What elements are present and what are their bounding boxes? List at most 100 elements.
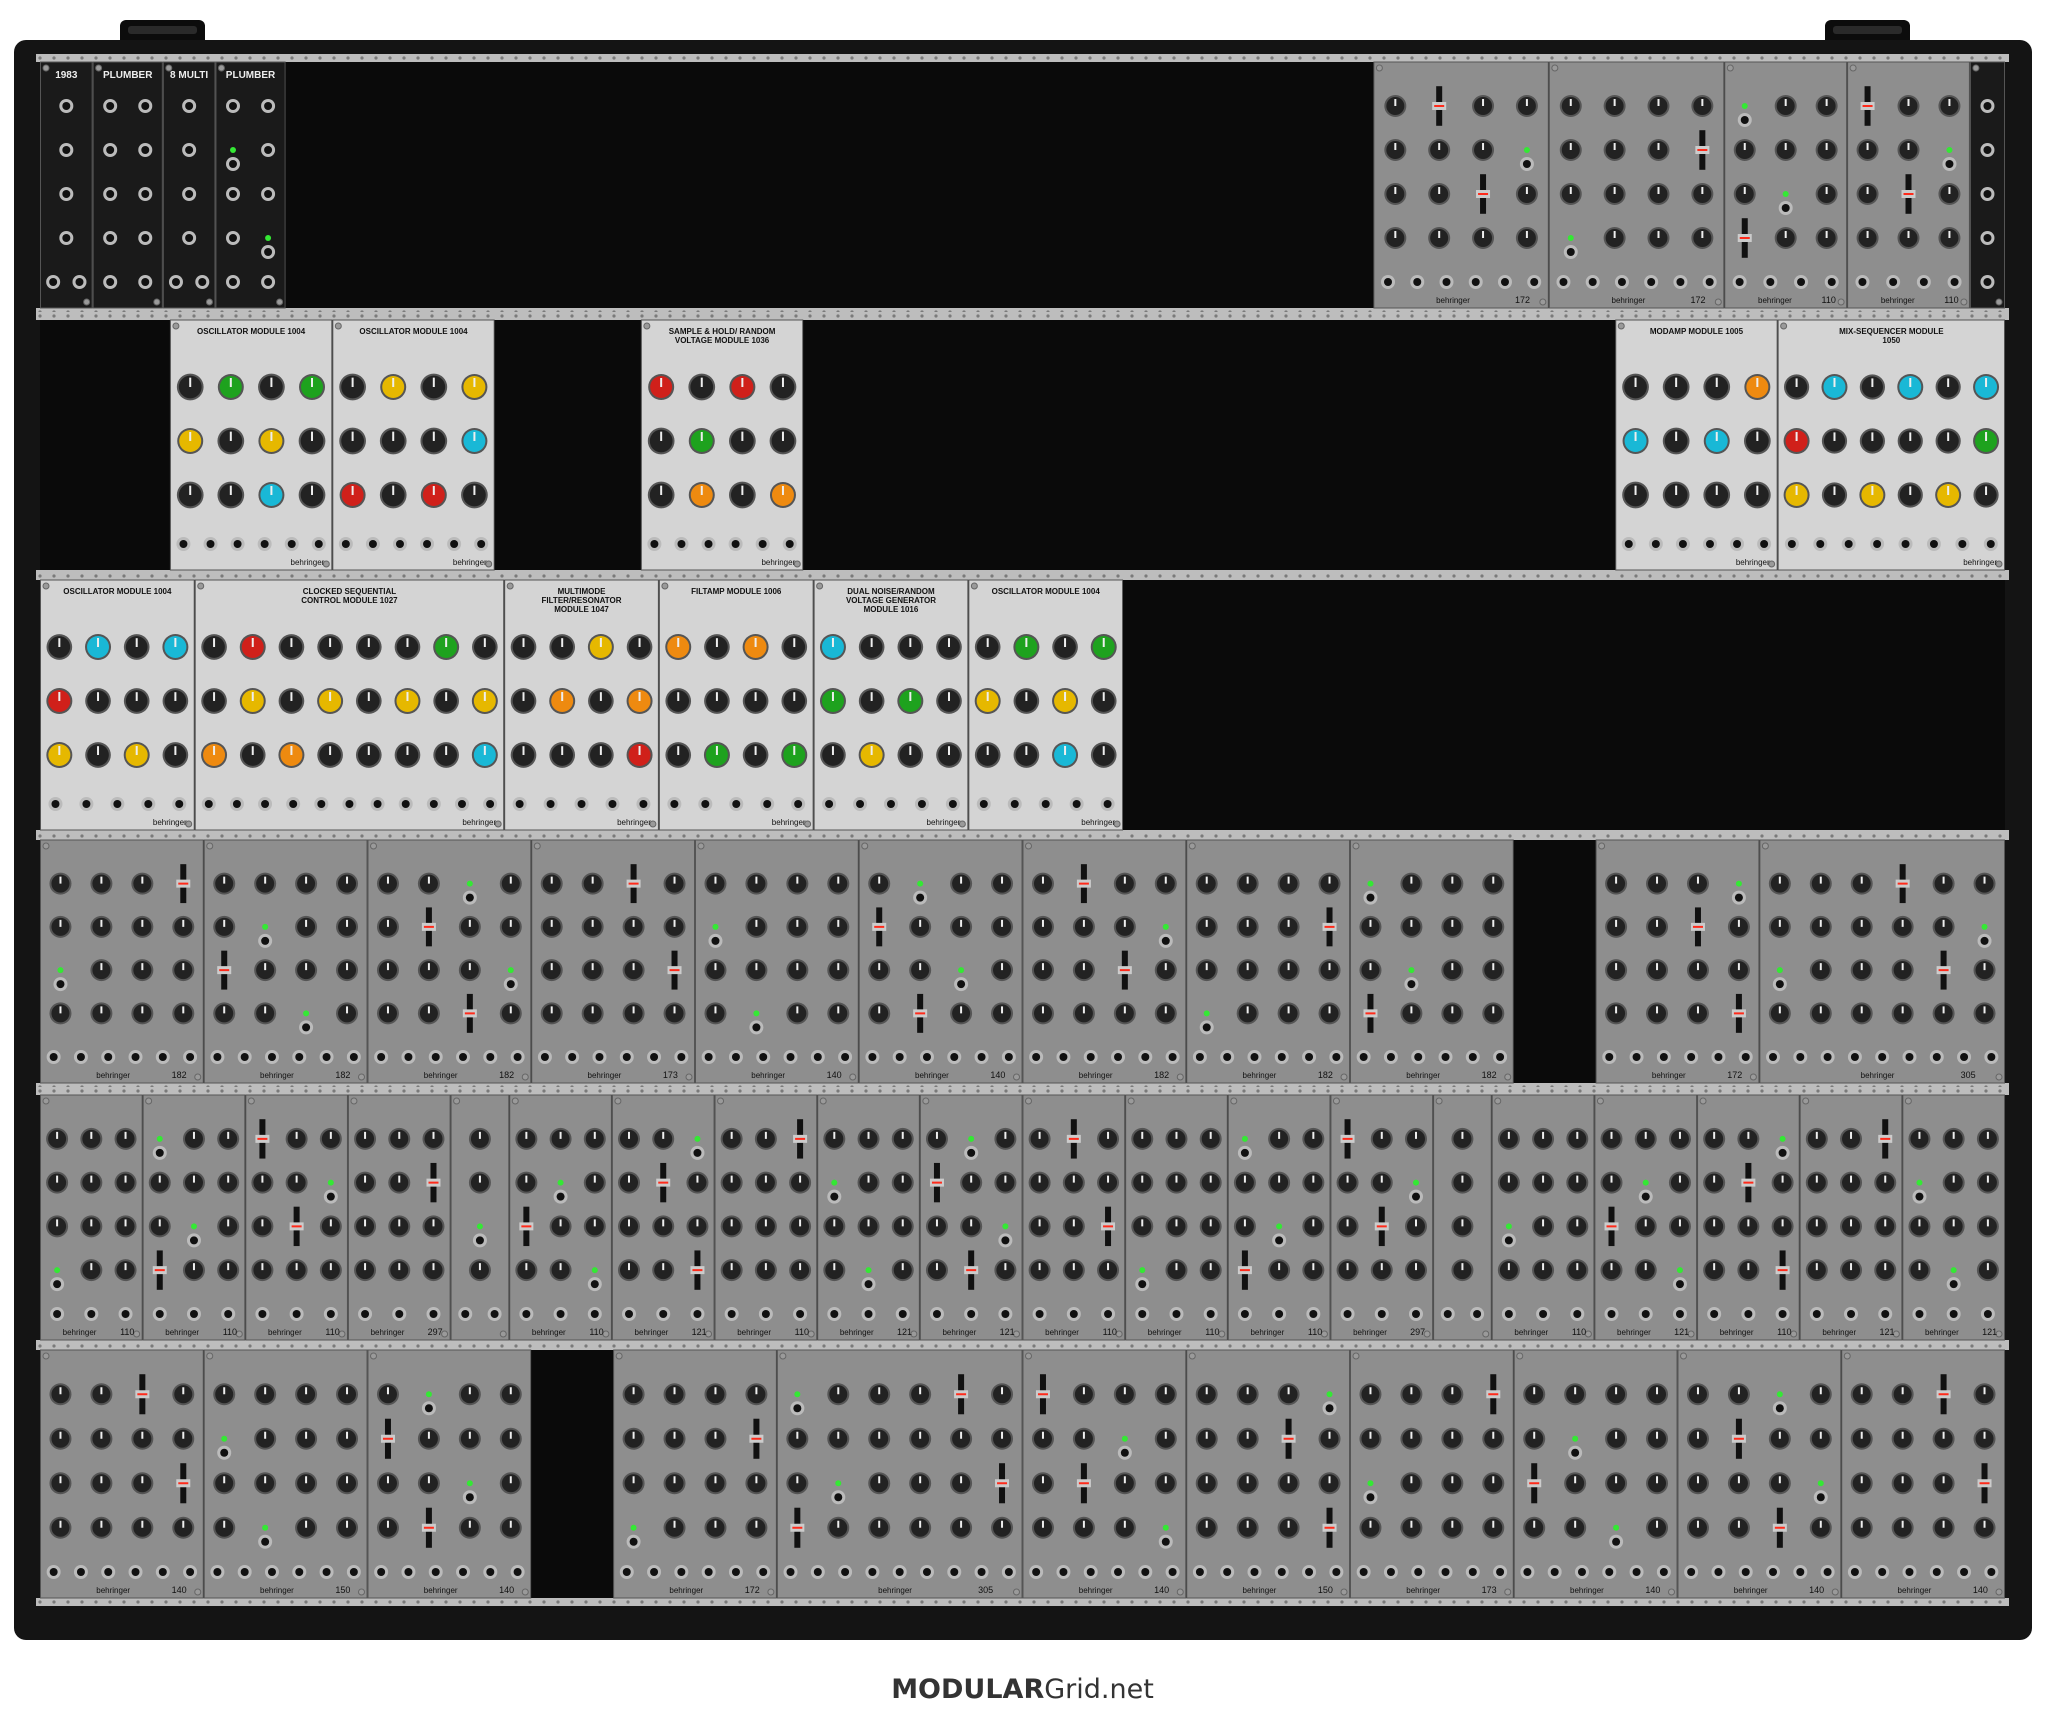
screw <box>1802 1097 1810 1105</box>
screw <box>172 322 180 330</box>
rail-hole <box>724 574 728 578</box>
slider-led <box>521 1225 532 1228</box>
rail-hole <box>878 56 882 60</box>
rail-hole <box>640 834 644 838</box>
rail-hole <box>1550 834 1554 838</box>
jack <box>950 1053 959 1061</box>
led <box>425 1391 432 1398</box>
module-1-5 <box>803 320 1616 570</box>
rail-hole <box>1522 1600 1526 1604</box>
brand-text: behringer <box>1963 558 1997 567</box>
jack <box>171 278 180 286</box>
module-number: 140 <box>990 1070 1005 1080</box>
brand-text: behringer <box>1045 1328 1079 1337</box>
jack <box>486 1568 495 1576</box>
rail-hole <box>1704 1089 1708 1093</box>
rail-hole <box>1368 834 1372 838</box>
jack <box>1202 1023 1211 1032</box>
jack <box>1705 540 1714 548</box>
slider-led <box>291 1225 302 1228</box>
jack <box>1983 278 1992 286</box>
screw <box>1332 1097 1340 1105</box>
rail-hole <box>262 56 266 60</box>
screw <box>42 582 50 590</box>
rail-hole <box>1312 314 1316 318</box>
rail-hole <box>1494 1344 1498 1348</box>
jack <box>761 1310 770 1318</box>
jack <box>322 1568 331 1576</box>
module-2-5: OSCILLATOR MODULE 1004behringer <box>968 579 1124 831</box>
rail-hole <box>108 574 112 578</box>
module-number: 140 <box>499 1585 514 1595</box>
jack <box>1958 540 1967 548</box>
jack <box>1816 540 1825 548</box>
jack <box>1983 234 1992 242</box>
jack <box>1823 1053 1832 1061</box>
rail-hole <box>66 56 70 60</box>
jack <box>76 1568 85 1576</box>
rail-hole <box>556 314 560 318</box>
screw <box>370 842 377 850</box>
brand-text: behringer <box>1406 1071 1440 1080</box>
rail-hole <box>1900 1089 1904 1093</box>
rail-hole <box>1802 314 1806 318</box>
slider-led <box>1324 925 1335 928</box>
screw <box>42 1097 50 1105</box>
rail-hole <box>472 1089 476 1093</box>
rail-hole <box>1928 834 1932 838</box>
jack <box>1523 1568 1532 1576</box>
rail-hole <box>374 1089 378 1093</box>
jack <box>813 1568 822 1576</box>
jack <box>577 800 586 808</box>
rail-hole <box>1270 56 1274 60</box>
rail-hole <box>1508 1600 1512 1604</box>
jack <box>1386 1053 1395 1061</box>
led <box>1567 235 1574 241</box>
screw <box>1340 1073 1348 1081</box>
jack <box>106 234 115 242</box>
jack <box>113 800 122 808</box>
jack <box>759 1568 768 1576</box>
jack <box>794 800 803 808</box>
jack <box>345 800 354 808</box>
brand-text: behringer <box>1436 296 1470 305</box>
rail-hole <box>248 314 252 318</box>
rail-hole <box>1508 834 1512 838</box>
rail-hole <box>864 1089 868 1093</box>
rail-hole <box>402 834 406 838</box>
rail-hole <box>1494 834 1498 838</box>
rail-hole <box>458 56 462 60</box>
rail-hole <box>1886 1600 1890 1604</box>
rail-hole <box>1998 1344 2002 1348</box>
rail-hole <box>1228 1600 1232 1604</box>
module-0-6: behringer 172 <box>1548 61 1725 309</box>
rail-hole <box>1928 1344 1932 1348</box>
rail-hole <box>1662 574 1666 578</box>
module-5-1: behringer 150 <box>203 1349 368 1599</box>
rail-hole <box>1634 56 1638 60</box>
jack <box>1983 146 1992 154</box>
jack <box>1069 1310 1078 1318</box>
rail-hole <box>374 1600 378 1604</box>
slider-led <box>1365 1012 1376 1015</box>
rail-hole <box>1032 1600 1036 1604</box>
jack <box>916 893 925 902</box>
rail-hole <box>1760 56 1764 60</box>
screw <box>533 842 541 850</box>
rail-hole <box>640 56 644 60</box>
jack <box>813 1053 822 1061</box>
rail-hole <box>1620 314 1624 318</box>
rail-hole <box>1662 1344 1666 1348</box>
rail-hole <box>150 1344 154 1348</box>
rail-hole <box>108 1344 112 1348</box>
rail-hole <box>1620 1600 1624 1604</box>
jack <box>1471 278 1480 286</box>
rail-hole <box>1816 1089 1820 1093</box>
module-title: OSCILLATOR MODULE 1004 <box>992 587 1101 596</box>
module-title: FILTAMP MODULE 1006 <box>691 587 782 596</box>
rail-hole <box>612 574 616 578</box>
module-number: 110 <box>1103 1327 1117 1337</box>
rail-hole <box>990 1344 994 1348</box>
brand-text: behringer <box>424 1071 458 1080</box>
rail-hole <box>1242 1089 1246 1093</box>
